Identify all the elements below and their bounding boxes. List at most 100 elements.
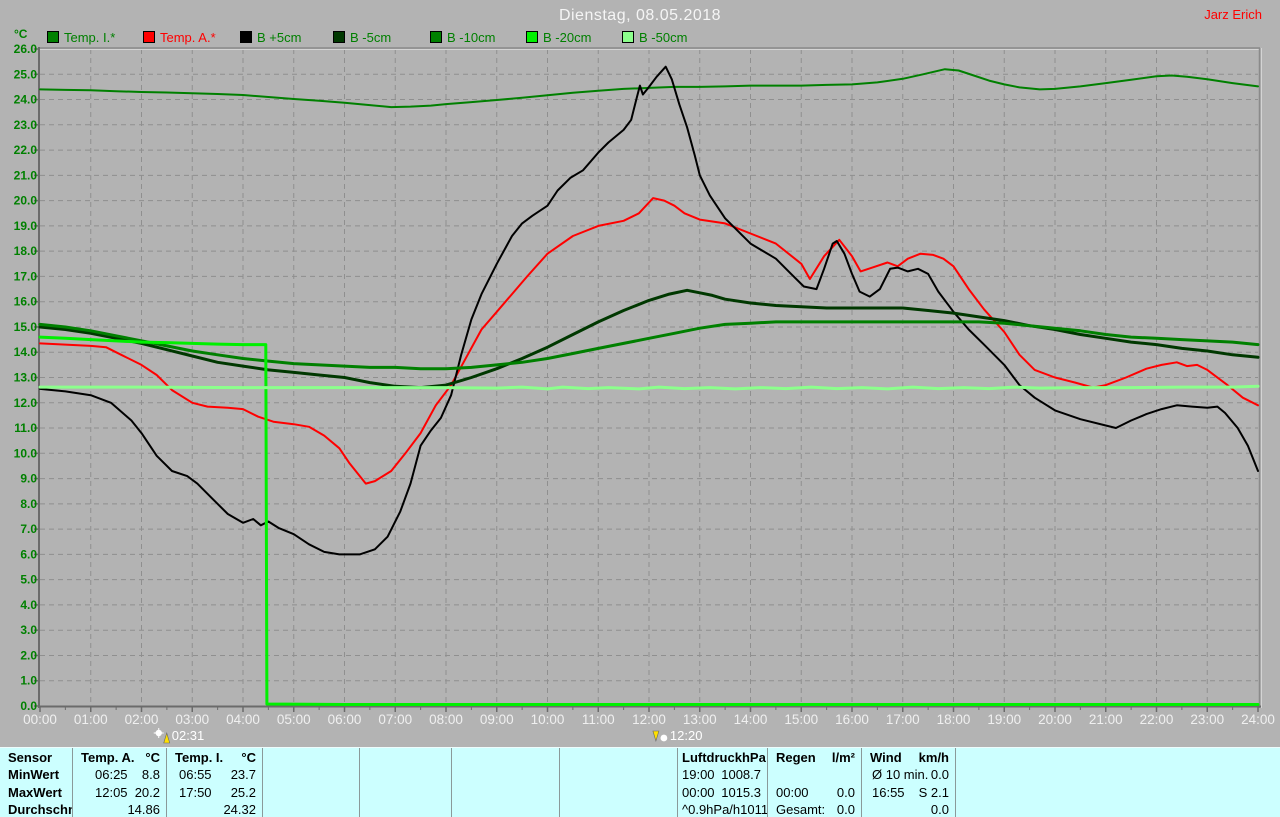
table-col-empty-4 xyxy=(560,748,678,817)
x-tick-label: 19:00 xyxy=(987,712,1021,727)
y-tick-label: 8.0 xyxy=(20,497,37,511)
x-tick-label: 21:00 xyxy=(1089,712,1123,727)
y-tick-label: 1.0 xyxy=(20,674,37,688)
x-tick-label: 22:00 xyxy=(1140,712,1174,727)
cell-value: 12:05 xyxy=(73,784,128,801)
cell-value xyxy=(1274,766,1280,783)
y-tick-label: 17.0 xyxy=(14,269,38,283)
cell-value xyxy=(956,766,964,783)
cell-value xyxy=(1274,801,1280,817)
table-col-luftdruck: LuftdruckhPa19:001008.700:001015.3^0.9hP… xyxy=(678,748,768,817)
cell-value xyxy=(353,784,359,801)
column-header xyxy=(452,749,460,766)
table-col-temp-a: Temp. A.°C06:258.812:0520.214.86 xyxy=(73,748,167,817)
cell-value xyxy=(862,801,872,817)
y-tick-label: 0.0 xyxy=(20,699,37,713)
x-tick-label: 01:00 xyxy=(74,712,108,727)
cell-value: 1011.4 xyxy=(740,801,767,817)
cell-value: 19:00 xyxy=(678,766,715,783)
table-col-regen: Regenl/m²00:000.0Gesamt:0.0 xyxy=(768,748,862,817)
y-tick-label: 15.0 xyxy=(14,320,38,334)
cell-value xyxy=(956,801,964,817)
table-col-empty-2 xyxy=(360,748,452,817)
row-label: Sensor xyxy=(0,749,52,766)
y-tick-label: 16.0 xyxy=(14,295,38,309)
table-col-wind: Windkm/hØ 10 min.0.016:55S 2.10.0 xyxy=(862,748,956,817)
cell-value: ^0.9hPa/h xyxy=(678,801,740,817)
x-tick-label: 24:00 xyxy=(1241,712,1275,727)
row-label: Durchschnitt xyxy=(0,801,72,817)
cell-value xyxy=(768,766,776,783)
y-tick-label: 13.0 xyxy=(14,371,38,385)
cell-value: 23.7 xyxy=(231,766,262,783)
column-unit-header: °C xyxy=(241,749,262,766)
y-tick-label: 25.0 xyxy=(14,67,38,81)
cell-value xyxy=(360,801,368,817)
y-tick-label: 9.0 xyxy=(20,472,37,486)
cell-value: 1015.3 xyxy=(721,784,767,801)
cell-value xyxy=(445,801,451,817)
table-col-empty-1 xyxy=(263,748,360,817)
cell-value xyxy=(263,801,271,817)
temperature-chart[interactable]: 0.01.02.03.04.05.06.07.08.09.010.011.012… xyxy=(0,0,1280,747)
x-tick-label: 14:00 xyxy=(734,712,768,727)
cell-value xyxy=(560,784,568,801)
cell-value: 00:00 xyxy=(678,784,715,801)
x-tick-label: 11:00 xyxy=(582,712,615,727)
cell-value: 0.0 xyxy=(837,784,861,801)
y-tick-label: 19.0 xyxy=(14,219,38,233)
y-tick-label: 12.0 xyxy=(14,396,38,410)
x-tick-label: 17:00 xyxy=(886,712,920,727)
y-tick-label: 14.0 xyxy=(14,345,38,359)
cell-value xyxy=(360,766,368,783)
x-tick-label: 04:00 xyxy=(226,712,260,727)
row-label: MaxWert xyxy=(0,784,62,801)
series-b-50cm xyxy=(40,386,1258,389)
cell-value: Ø 10 min. xyxy=(862,766,928,783)
cell-value: 25.2 xyxy=(231,784,262,801)
column-header: Regen xyxy=(768,749,816,766)
column-header xyxy=(956,749,964,766)
table-col-empty-3 xyxy=(452,748,560,817)
cell-value xyxy=(956,784,964,801)
x-tick-label: 13:00 xyxy=(683,712,717,727)
cell-value: Gesamt: xyxy=(768,801,825,817)
cell-value: 24.32 xyxy=(223,801,262,817)
y-tick-label: 5.0 xyxy=(20,573,37,587)
cell-value: 06:25 xyxy=(73,766,128,783)
cell-value: 14.86 xyxy=(127,801,166,817)
cell-value: 1008.7 xyxy=(721,766,767,783)
x-tick-label: 15:00 xyxy=(784,712,818,727)
cell-value xyxy=(353,766,359,783)
cell-value xyxy=(560,801,568,817)
cell-value xyxy=(445,766,451,783)
row-label: MinWert xyxy=(0,766,59,783)
table-col-row-labels: SensorMinWertMaxWertDurchschnitt xyxy=(0,748,73,817)
cell-value xyxy=(445,784,451,801)
cell-value xyxy=(671,801,677,817)
moon-icon xyxy=(660,735,667,742)
cell-value xyxy=(73,801,95,817)
table-col-temp-i: Temp. I.°C06:5523.717:5025.224.32 xyxy=(167,748,263,817)
x-tick-label: 05:00 xyxy=(277,712,311,727)
cell-value xyxy=(263,766,271,783)
rise-arrow-icon xyxy=(164,733,170,743)
x-tick-label: 08:00 xyxy=(429,712,463,727)
cell-value xyxy=(263,784,271,801)
weather-station-window: Dienstag, 08.05.2018 Jarz Erich °C Temp.… xyxy=(0,0,1280,817)
y-tick-label: 2.0 xyxy=(20,648,37,662)
cell-value xyxy=(855,766,861,783)
cell-value xyxy=(452,784,460,801)
x-tick-label: 16:00 xyxy=(835,712,869,727)
cell-value xyxy=(452,801,460,817)
y-tick-label: 6.0 xyxy=(20,547,37,561)
x-tick-label: 07:00 xyxy=(378,712,412,727)
cell-value xyxy=(671,784,677,801)
cell-value: 20.2 xyxy=(135,784,166,801)
y-tick-label: 24.0 xyxy=(14,93,38,107)
x-tick-label: 23:00 xyxy=(1190,712,1224,727)
column-header: Luftdruck xyxy=(678,749,742,766)
cell-value xyxy=(553,766,559,783)
y-tick-label: 22.0 xyxy=(14,143,38,157)
column-unit-header xyxy=(671,749,677,766)
